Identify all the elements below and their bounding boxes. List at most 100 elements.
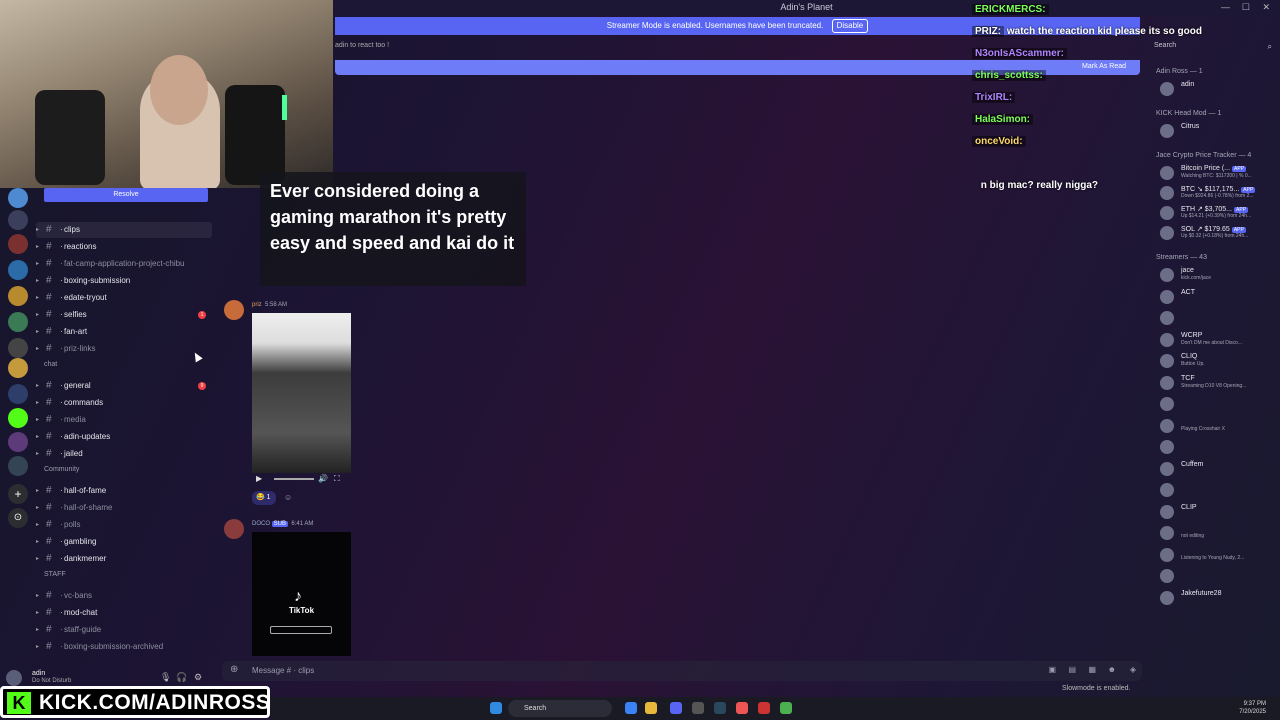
server-icon[interactable] <box>8 210 28 230</box>
server-icon[interactable] <box>8 358 28 378</box>
category-chat[interactable]: chat <box>44 361 57 368</box>
member-item[interactable]: Listening to Young Nudy, 2... <box>1160 546 1278 564</box>
server-icon[interactable] <box>8 456 28 476</box>
member-item[interactable]: Citrus <box>1160 122 1278 140</box>
channel-item[interactable]: ▸ # · reactions <box>36 239 212 255</box>
channel-item[interactable]: ▸ # · gambling <box>36 534 212 550</box>
channel-item[interactable]: ▸ # · edate-tryout <box>36 290 212 306</box>
apps-icon[interactable]: ◈ <box>1130 665 1136 674</box>
member-item[interactable]: ETH ↗ $3,705... APP Up $14.21 (+0.39%) fro… <box>1160 204 1278 222</box>
microphone-icon[interactable]: 🎙 <box>160 672 171 683</box>
channel-item[interactable]: ▸ # · adin-updates <box>36 429 212 445</box>
attach-icon[interactable]: ⊕ <box>230 664 238 675</box>
message-author[interactable]: priz <box>252 302 262 308</box>
category-community[interactable]: Community <box>44 466 79 473</box>
search-icon[interactable]: ⌕ <box>1268 42 1272 52</box>
avatar[interactable] <box>224 519 244 539</box>
add-server-icon[interactable]: + <box>8 484 28 504</box>
member-item[interactable]: CLIP <box>1160 503 1278 521</box>
member-item[interactable]: Bitcoin Price (... APP Watching BTC: $1172… <box>1160 164 1278 182</box>
fullscreen-icon[interactable]: ⛶ <box>334 474 340 484</box>
emoji-icon[interactable]: ☻ <box>1108 665 1116 674</box>
server-icon[interactable] <box>8 312 28 332</box>
headphones-icon[interactable]: 🎧 <box>176 672 187 683</box>
discover-icon[interactable]: ⊙ <box>8 508 28 528</box>
member-item[interactable]: jace kick.com/jace <box>1160 266 1278 284</box>
play-icon[interactable]: ▶ <box>256 474 262 483</box>
channel-item[interactable]: ▸ # · selfies 1 <box>36 307 212 323</box>
gift-icon[interactable]: ▣ <box>1048 665 1056 674</box>
server-icon[interactable] <box>8 260 28 280</box>
avatar[interactable] <box>224 300 244 320</box>
member-item[interactable]: ACT <box>1160 288 1278 306</box>
member-item[interactable]: adin <box>1160 80 1278 98</box>
channel-item[interactable]: ▸ # · polls <box>36 517 212 533</box>
channel-item[interactable]: ▸ # · boxing-submission <box>36 273 212 289</box>
settings-icon[interactable]: ⚙ <box>194 672 202 683</box>
member-item[interactable] <box>1160 567 1278 585</box>
maximize-button[interactable]: ☐ <box>1242 2 1250 13</box>
channel-item[interactable]: ▸ # · mod-chat <box>36 605 212 621</box>
avatar[interactable] <box>6 670 22 686</box>
member-item[interactable]: Cuffem <box>1160 460 1278 478</box>
member-item[interactable]: CLIQ Button Up. <box>1160 352 1278 370</box>
member-item[interactable]: Jakefuture28 <box>1160 589 1278 607</box>
message-author[interactable]: DOCO <box>252 521 270 527</box>
app-icon[interactable] <box>645 702 657 714</box>
taskbar-clock[interactable]: 9:37 PM 7/20/2025 <box>1239 700 1266 716</box>
channel-item[interactable]: ▸ # · clips <box>36 222 212 238</box>
mark-as-read-button[interactable]: Mark As Read <box>1082 63 1126 70</box>
start-icon[interactable] <box>490 702 502 714</box>
member-item[interactable]: WCRP Don't DM me about Disco... <box>1160 331 1278 349</box>
member-item[interactable]: BTC ↘ $117,175... APP Down $924.86 (-0.78%… <box>1160 184 1278 202</box>
channel-item[interactable]: ▸ # · hall-of-fame <box>36 483 212 499</box>
channel-item[interactable]: ▸ # · fan-art <box>36 324 212 340</box>
member-item[interactable]: not editing <box>1160 524 1278 542</box>
server-icon[interactable] <box>8 188 28 208</box>
steam-icon[interactable] <box>714 702 726 714</box>
channel-item[interactable]: ▸ # · general 9 <box>36 378 212 394</box>
channel-item[interactable]: ▸ # · boxing-submission-archived <box>36 639 212 655</box>
message-composer[interactable]: ⊕ Message # · clips ▣ ▤ ▦ ☻ ◈ <box>222 661 1142 681</box>
video-progress[interactable] <box>274 478 314 480</box>
disable-button[interactable]: Disable <box>831 19 869 33</box>
member-item[interactable]: TCF Streaming D10 V8 Opening... <box>1160 374 1278 392</box>
server-icon[interactable] <box>8 408 28 428</box>
member-item[interactable] <box>1160 395 1278 413</box>
channel-item[interactable]: ▸ # · hall-of-shame <box>36 500 212 516</box>
channel-item[interactable]: ▸ # · dankmemer <box>36 551 212 567</box>
volume-icon[interactable]: 🔊 <box>318 474 328 483</box>
add-reaction-icon[interactable]: ☺ <box>284 493 292 502</box>
app-icon[interactable] <box>625 702 637 714</box>
tiktok-embed[interactable]: ♪ TikTok <box>252 532 351 656</box>
resolve-button[interactable]: Resolve <box>44 188 208 202</box>
channel-item[interactable]: ▸ # · jailed <box>36 446 212 462</box>
tiktok-button[interactable] <box>270 626 332 634</box>
member-item[interactable]: SOL ↗ $179.65 APP Up $0.32 (+0.18%) from 2… <box>1160 224 1278 242</box>
app-icon[interactable] <box>692 702 704 714</box>
video-attachment[interactable] <box>252 313 351 473</box>
server-icon[interactable] <box>8 234 28 254</box>
gif-icon[interactable]: ▤ <box>1068 665 1076 674</box>
discord-icon[interactable] <box>670 702 682 714</box>
channel-item[interactable]: ▸ # · vc-bans <box>36 588 212 604</box>
chrome-icon[interactable] <box>780 702 792 714</box>
server-icon[interactable] <box>8 338 28 358</box>
search-input[interactable]: Search <box>1154 42 1276 49</box>
server-icon[interactable] <box>8 286 28 306</box>
sticker-icon[interactable]: ▦ <box>1088 665 1096 674</box>
server-icon[interactable] <box>8 432 28 452</box>
reaction-button[interactable]: 😂 1 <box>252 491 276 505</box>
channel-item[interactable]: ▸ # · priz-links <box>36 341 212 357</box>
channel-item[interactable]: ▸ # · fat-camp-application-project-chibu <box>36 256 212 272</box>
channel-item[interactable]: ▸ # · staff-guide <box>36 622 212 638</box>
taskbar-search[interactable]: Search <box>508 700 612 717</box>
app-icon[interactable] <box>736 702 748 714</box>
member-item[interactable] <box>1160 309 1278 327</box>
server-icon[interactable] <box>8 384 28 404</box>
member-item[interactable] <box>1160 481 1278 499</box>
channel-item[interactable]: ▸ # · media <box>36 412 212 428</box>
category-staff[interactable]: STAFF <box>44 571 66 578</box>
channel-item[interactable]: ▸ # · commands <box>36 395 212 411</box>
minimize-button[interactable]: — <box>1221 2 1230 12</box>
